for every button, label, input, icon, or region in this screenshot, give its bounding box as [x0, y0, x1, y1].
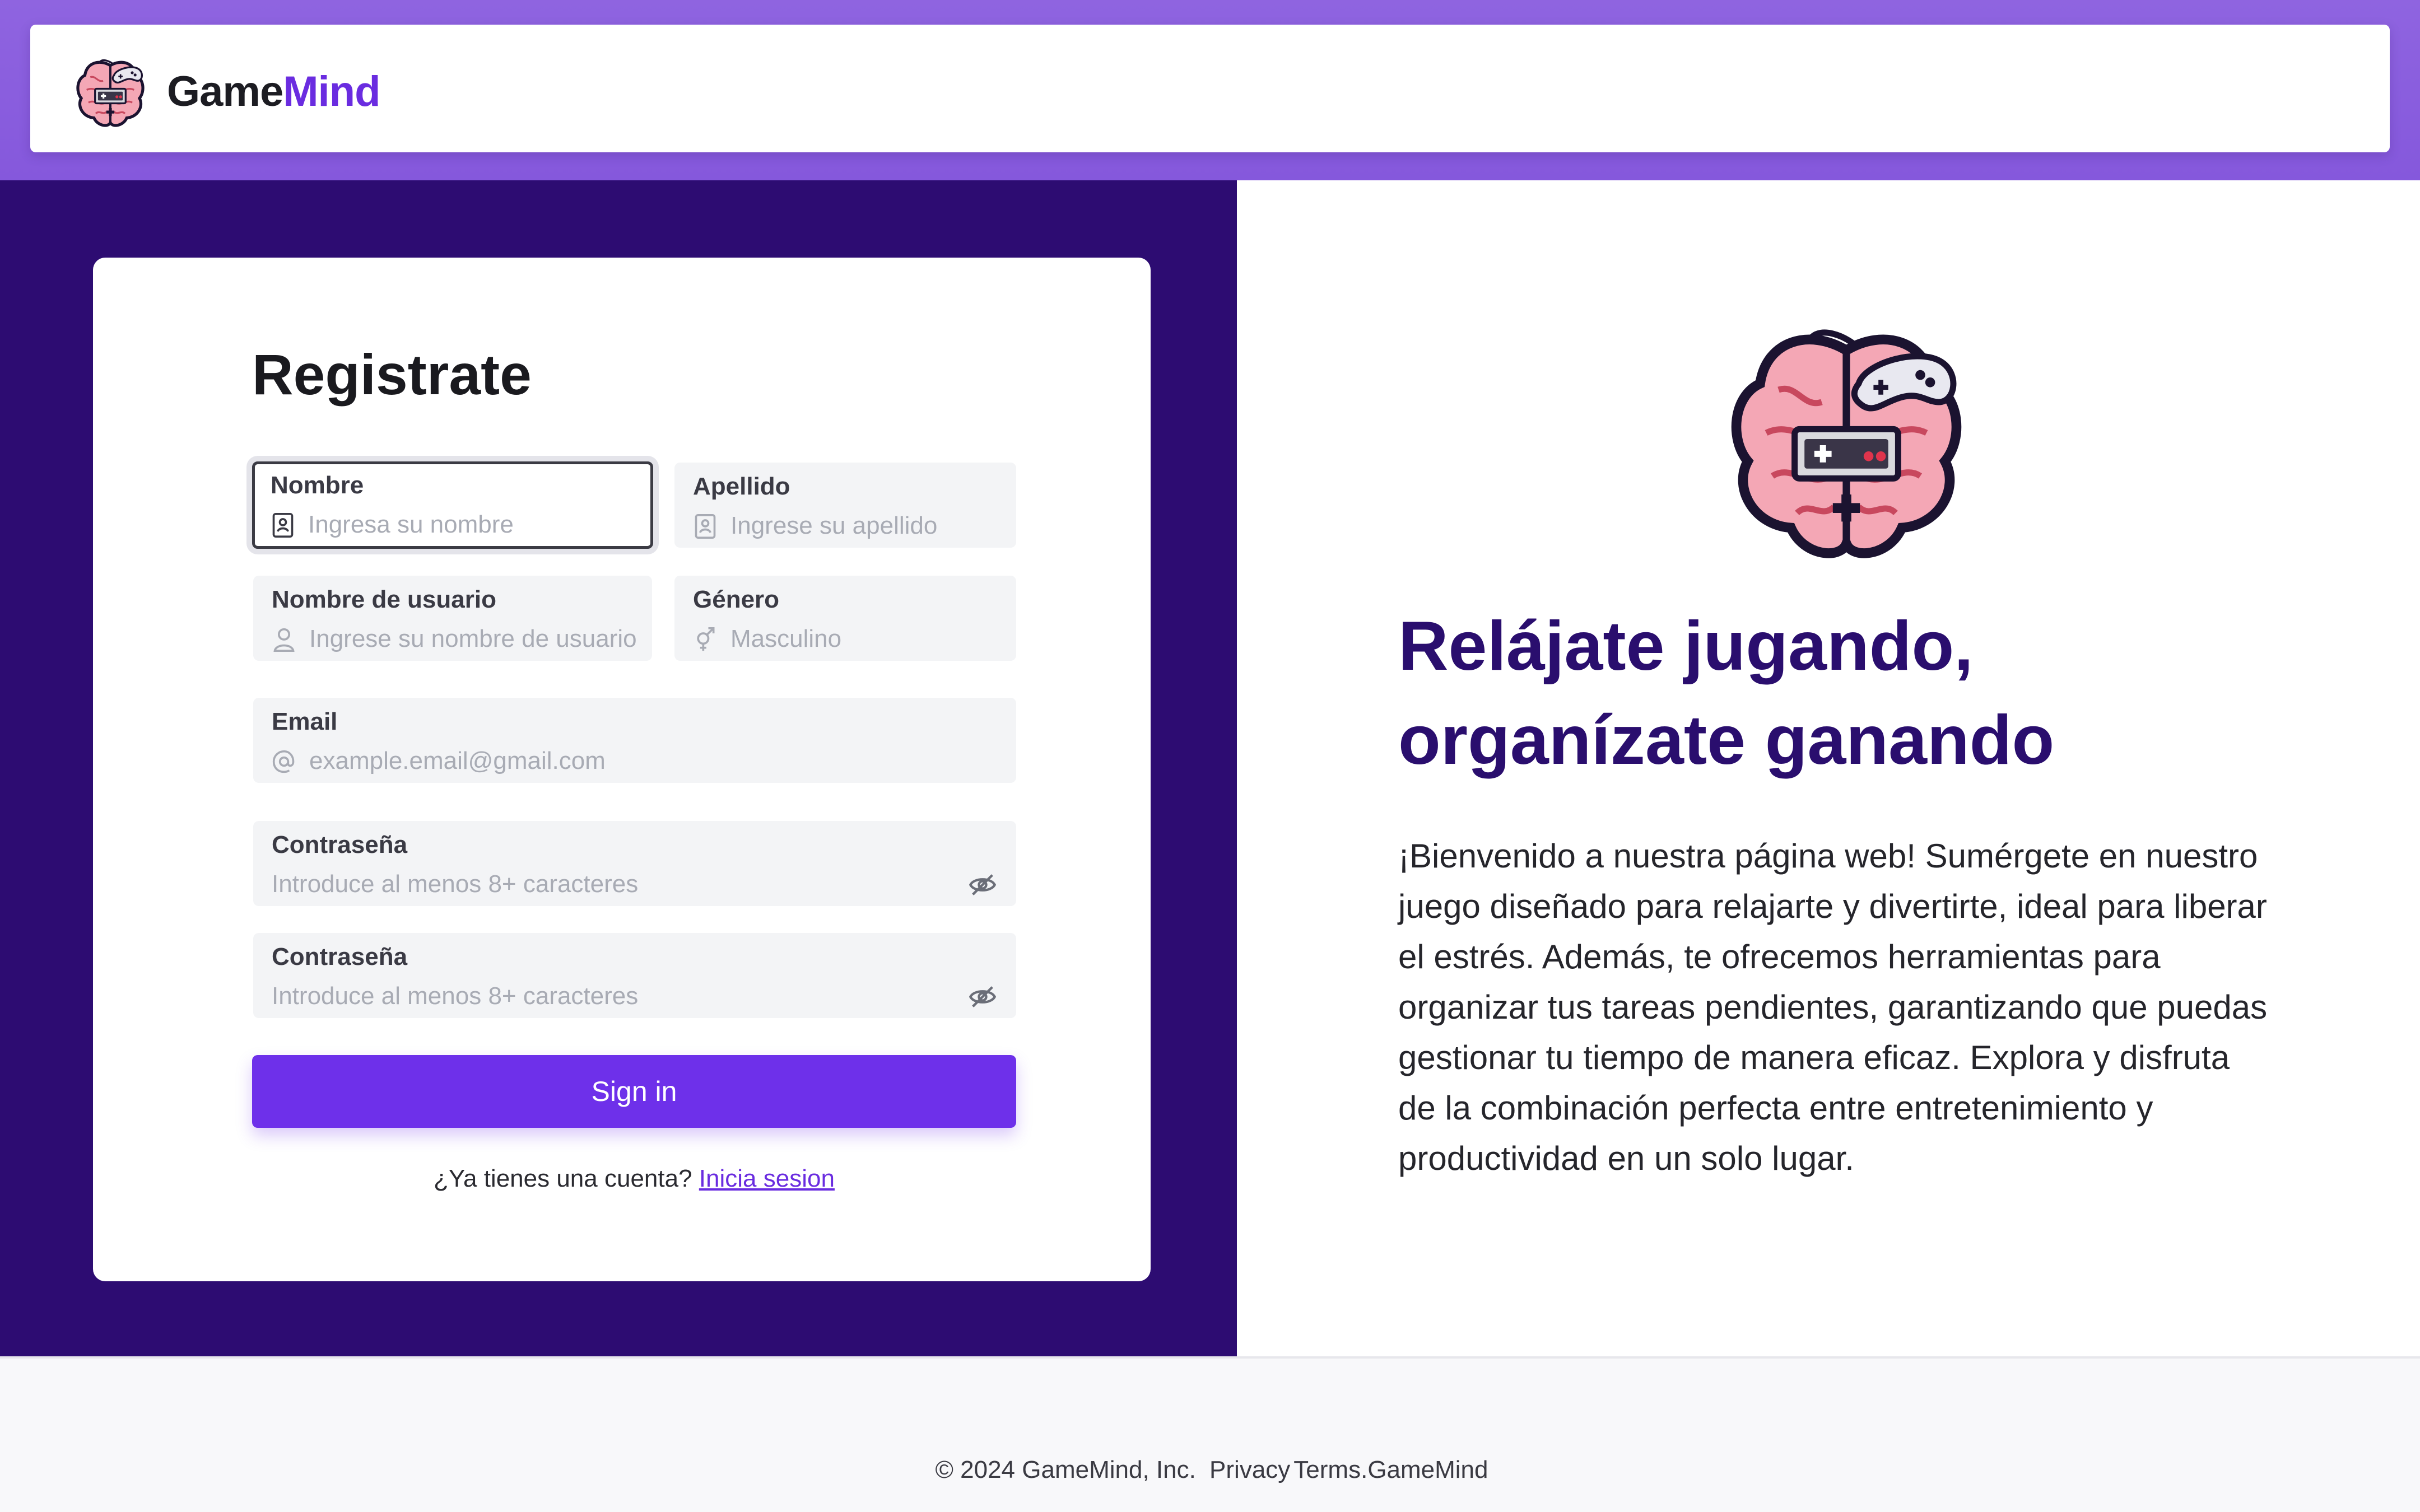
hero-paragraph: ¡Bienvenido a nuestra página web! Sumérg…	[1398, 837, 2268, 1177]
brand-part-mind: Mind	[283, 68, 380, 115]
brain-gamepad-logo-icon[interactable]	[74, 53, 147, 134]
last-name-field[interactable]: Apellido Ingrese su apellido	[674, 463, 1016, 548]
gender-icon	[697, 627, 715, 651]
user-icon	[273, 628, 295, 652]
last-name-label: Apellido	[693, 473, 790, 500]
email-field[interactable]: Email example.email@gmail.com	[253, 698, 1016, 783]
password-label: Contraseña	[272, 831, 408, 858]
username-placeholder: Ingrese su nombre de usuario	[309, 625, 637, 652]
first-name-label: Nombre	[271, 472, 364, 499]
gender-label: Género	[693, 586, 780, 613]
first-name-field[interactable]: Nombre Ingresa su nombre	[252, 461, 653, 549]
login-prompt-text: ¿Ya tienes una cuenta?	[434, 1165, 692, 1192]
email-placeholder: example.email@gmail.com	[309, 747, 606, 774]
eye-off-icon[interactable]	[968, 982, 997, 1011]
last-name-placeholder: Ingrese su apellido	[730, 512, 938, 539]
footer-copyright: © 2024 GameMind, Inc.	[935, 1456, 1196, 1483]
content-divider	[0, 1356, 2420, 1359]
footer: © 2024 GameMind, Inc. Privacy Terms.GameM…	[0, 1456, 2420, 1484]
brain-gamepad-illustration-icon	[1723, 314, 1970, 577]
password-field[interactable]: Contraseña Introduce al menos 8+ caracte…	[253, 821, 1016, 906]
footer-dot: .	[1361, 1456, 1368, 1483]
brand-part-game: Game	[167, 68, 283, 115]
footer-terms-link[interactable]: Terms	[1293, 1456, 1361, 1483]
username-label: Nombre de usuario	[272, 586, 496, 613]
hero-headline: Relájate jugando, organízate ganando	[1398, 599, 2295, 787]
sign-in-button[interactable]: Sign in	[252, 1055, 1016, 1128]
id-card-icon	[695, 514, 716, 539]
password-confirm-placeholder: Introduce al menos 8+ caracteres	[272, 982, 639, 1010]
id-card-icon	[272, 513, 294, 538]
first-name-placeholder: Ingresa su nombre	[308, 511, 514, 538]
password-placeholder: Introduce al menos 8+ caracteres	[272, 870, 639, 898]
gender-field[interactable]: Género Masculino	[674, 576, 1016, 661]
login-link[interactable]: Inicia sesion	[699, 1165, 835, 1192]
footer-privacy-link[interactable]: Privacy	[1209, 1456, 1290, 1483]
hero-headline-line2: organízate ganando	[1398, 702, 2055, 779]
at-icon	[272, 750, 295, 773]
password-confirm-label: Contraseña	[272, 943, 408, 970]
username-field[interactable]: Nombre de usuario Ingrese su nombre de u…	[253, 576, 652, 661]
password-confirm-field[interactable]: Contraseña Introduce al menos 8+ caracte…	[253, 933, 1016, 1018]
login-prompt: ¿Ya tienes una cuenta? Inicia sesion	[252, 1165, 1016, 1193]
hero-headline-line1: Relájate jugando,	[1398, 608, 1974, 685]
gender-value: Masculino	[730, 625, 842, 652]
footer-brand: GameMind	[1367, 1456, 1488, 1483]
email-label: Email	[272, 708, 338, 735]
form-title: Registrate	[252, 343, 532, 407]
brand-name[interactable]: GameMind	[167, 64, 381, 120]
eye-off-icon[interactable]	[968, 870, 997, 899]
header	[30, 25, 2390, 152]
